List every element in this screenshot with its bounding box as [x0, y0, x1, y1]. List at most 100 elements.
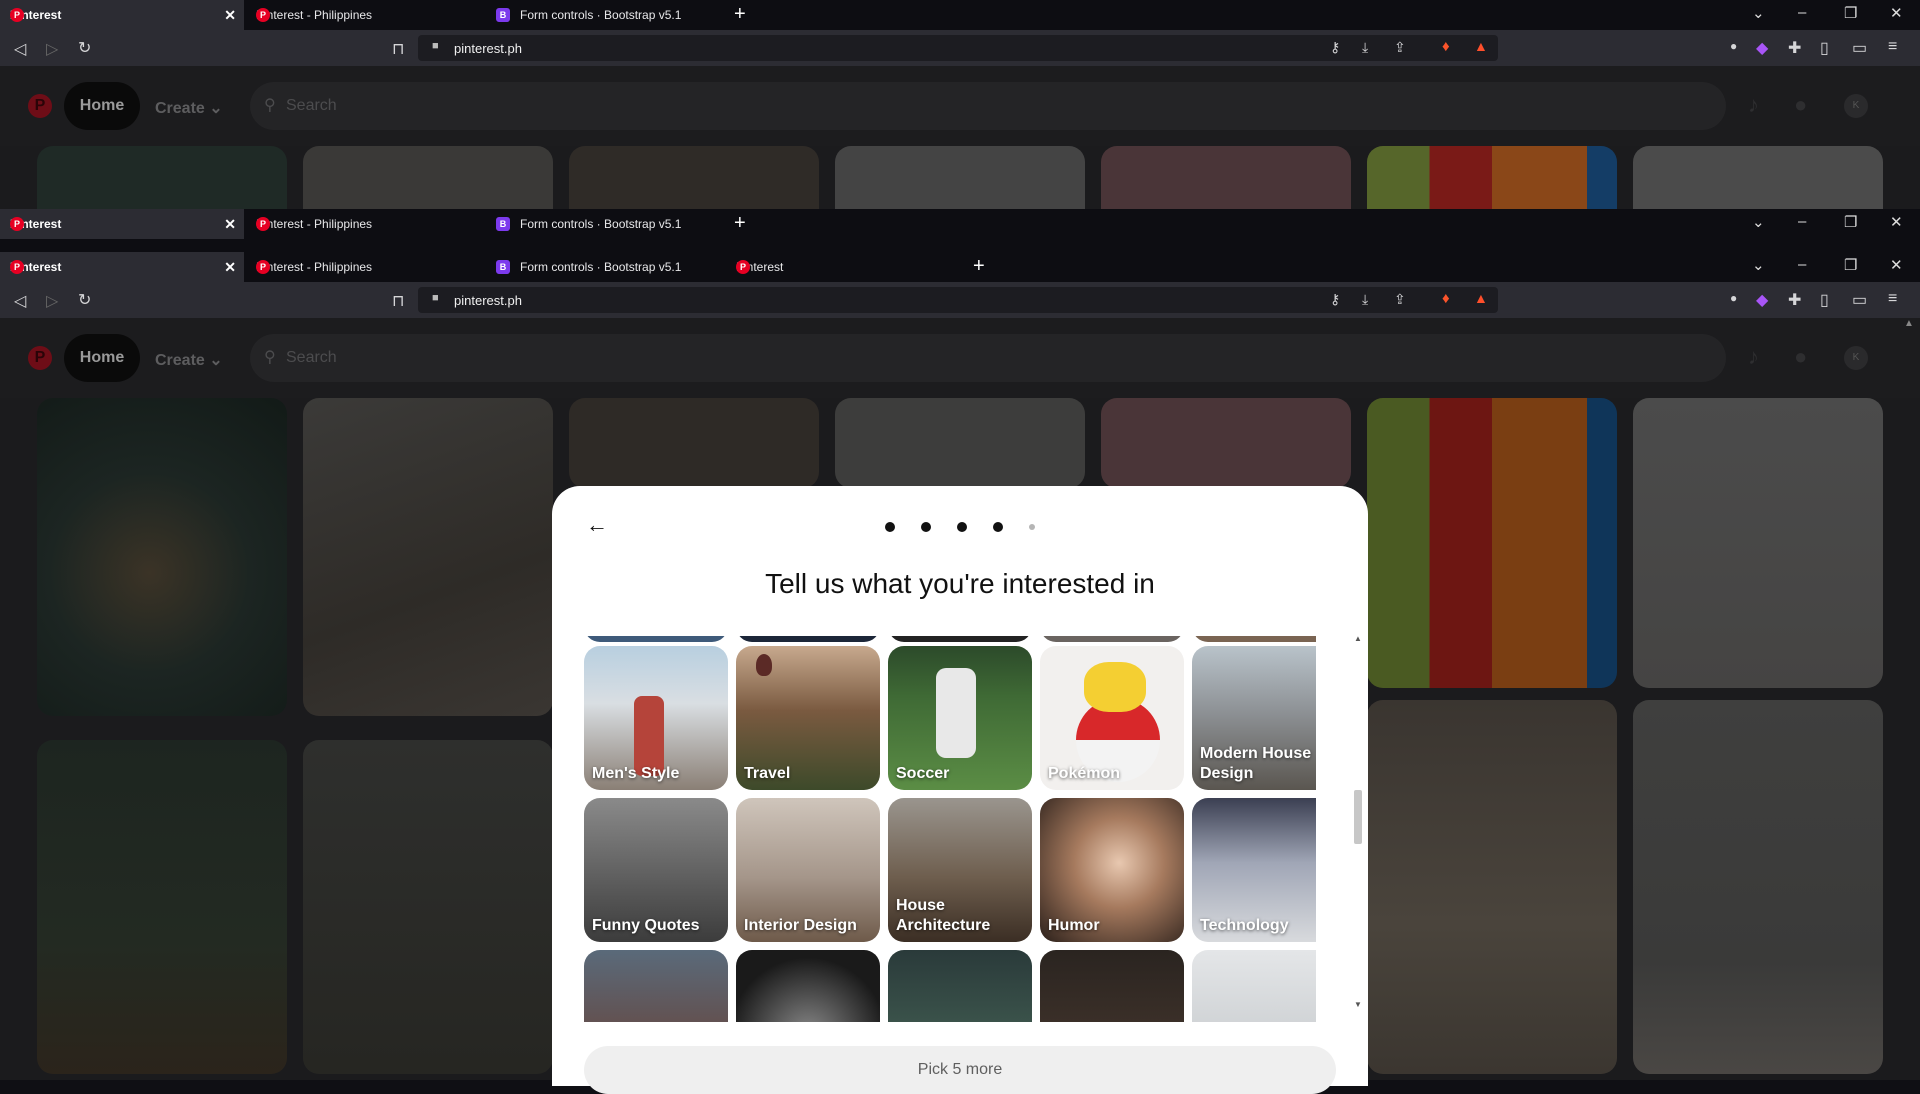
topic-mens-style[interactable]: Men's Style — [584, 646, 728, 790]
menu-icon[interactable]: ≡ — [1888, 290, 1897, 308]
color-extension-icon[interactable]: ◆ — [1756, 38, 1768, 58]
brave-rewards-icon[interactable]: ▲ — [1474, 290, 1488, 306]
minimize-icon[interactable]: – — [1798, 213, 1806, 230]
topic-tile[interactable] — [1040, 636, 1184, 642]
pin-image[interactable] — [569, 398, 819, 488]
extension-dot-icon[interactable]: ● — [1730, 39, 1737, 53]
topic-tile[interactable] — [584, 950, 728, 1022]
pin-image[interactable] — [1633, 398, 1883, 688]
extensions-icon[interactable]: ✚ — [1788, 38, 1801, 58]
topic-tile[interactable] — [736, 950, 880, 1022]
minimize-icon[interactable]: – — [1798, 4, 1806, 21]
topic-funny-quotes[interactable]: Funny Quotes — [584, 798, 728, 942]
close-window-icon[interactable]: ✕ — [1890, 213, 1903, 231]
tab-bootstrap[interactable]: B Form controls · Bootstrap v5.1 — [486, 0, 724, 30]
extensions-icon[interactable]: ✚ — [1788, 290, 1801, 310]
forward-icon[interactable]: ▷ — [46, 291, 58, 311]
pin-image[interactable] — [835, 398, 1085, 488]
topic-tile[interactable] — [888, 950, 1032, 1022]
pin-image[interactable] — [303, 740, 553, 1074]
color-extension-icon[interactable]: ◆ — [1756, 290, 1768, 310]
search-input[interactable]: ⚲ Search — [250, 334, 1726, 382]
messages-icon[interactable]: ● — [1794, 92, 1807, 118]
topic-tile[interactable] — [584, 636, 728, 642]
avatar[interactable]: K — [1844, 346, 1868, 370]
topic-technology[interactable]: Technology — [1192, 798, 1316, 942]
address-bar[interactable]: ■ pinterest.ph ⚷ ⤓ ⇪ ♦ ▲ — [418, 287, 1498, 313]
bookmark-icon[interactable]: ⊓ — [392, 39, 404, 59]
brave-shield-icon[interactable]: ♦ — [1442, 38, 1450, 55]
close-window-icon[interactable]: ✕ — [1890, 4, 1903, 22]
pin-image[interactable] — [1633, 146, 1883, 210]
tab-pinterest[interactable]: P Pinterest ✕ — [0, 252, 244, 282]
tab-search-icon[interactable]: ⌄ — [1752, 256, 1765, 274]
pin-image[interactable] — [303, 146, 553, 210]
wallet-icon[interactable]: ▭ — [1852, 290, 1867, 310]
tab-pinterest[interactable]: P Pinterest ✕ — [0, 0, 244, 30]
topic-humor[interactable]: Humor — [1040, 798, 1184, 942]
pin-image[interactable] — [1367, 700, 1617, 1074]
pin-image[interactable] — [1101, 146, 1351, 210]
pinterest-logo-icon[interactable]: P — [28, 346, 52, 370]
tab-pinterest-2[interactable]: P Pinterest — [726, 252, 964, 282]
topic-interior-design[interactable]: Interior Design — [736, 798, 880, 942]
home-button[interactable]: Home — [64, 334, 140, 382]
key-icon[interactable]: ⚷ — [1330, 39, 1340, 56]
pick-more-button[interactable]: Pick 5 more — [584, 1046, 1336, 1094]
tab-bootstrap[interactable]: B Form controls · Bootstrap v5.1 — [486, 209, 724, 239]
pin-image[interactable] — [37, 740, 287, 1074]
pin-image[interactable] — [1367, 146, 1617, 210]
topic-modern-house[interactable]: Modern House Design — [1192, 646, 1316, 790]
menu-icon[interactable]: ≡ — [1888, 38, 1897, 56]
search-input[interactable]: ⚲ Search — [250, 82, 1726, 130]
forward-icon[interactable]: ▷ — [46, 39, 58, 59]
share-icon[interactable]: ⇪ — [1394, 291, 1406, 308]
pinterest-logo-icon[interactable]: P — [28, 94, 52, 118]
pin-image[interactable] — [303, 398, 553, 716]
tab-pinterest-philippines[interactable]: P Pinterest - Philippines — [246, 252, 484, 282]
topic-tile[interactable] — [736, 636, 880, 642]
scroll-up-icon[interactable]: ▲ — [1354, 634, 1362, 643]
sidebar-icon[interactable]: ▯ — [1820, 38, 1829, 58]
tab-search-icon[interactable]: ⌄ — [1752, 213, 1765, 231]
topic-travel[interactable]: Travel — [736, 646, 880, 790]
new-tab-button[interactable]: + — [734, 3, 746, 26]
topic-tile[interactable] — [1192, 950, 1316, 1022]
topic-tile[interactable] — [1192, 636, 1316, 642]
close-tab-icon[interactable]: ✕ — [224, 259, 236, 276]
pin-image[interactable] — [37, 146, 287, 210]
extension-dot-icon[interactable]: ● — [1730, 291, 1737, 305]
new-tab-button[interactable]: + — [734, 212, 746, 235]
pin-image[interactable] — [37, 398, 287, 716]
scroll-thumb[interactable] — [1354, 790, 1362, 844]
bell-icon[interactable]: ♪ — [1748, 344, 1759, 370]
address-bar[interactable]: ■ pinterest.ph ⚷ ⤓ ⇪ ♦ ▲ — [418, 35, 1498, 61]
key-icon[interactable]: ⚷ — [1330, 291, 1340, 308]
pin-image[interactable] — [1101, 398, 1351, 488]
tab-bootstrap[interactable]: B Form controls · Bootstrap v5.1 — [486, 252, 724, 282]
scroll-down-icon[interactable]: ▼ — [1354, 1000, 1362, 1009]
avatar[interactable]: K — [1844, 94, 1868, 118]
restore-icon[interactable]: ❐ — [1844, 213, 1857, 231]
wallet-icon[interactable]: ▭ — [1852, 38, 1867, 58]
restore-icon[interactable]: ❐ — [1844, 4, 1857, 22]
minimize-icon[interactable]: – — [1798, 256, 1806, 273]
bookmark-icon[interactable]: ⊓ — [392, 291, 404, 311]
tab-pinterest-philippines[interactable]: P Pinterest - Philippines — [246, 0, 484, 30]
close-window-icon[interactable]: ✕ — [1890, 256, 1903, 274]
close-tab-icon[interactable]: ✕ — [224, 216, 236, 233]
home-button[interactable]: Home — [64, 82, 140, 130]
restore-icon[interactable]: ❐ — [1844, 256, 1857, 274]
topic-house-architecture[interactable]: House Architecture — [888, 798, 1032, 942]
new-tab-button[interactable]: + — [973, 255, 985, 278]
brave-rewards-icon[interactable]: ▲ — [1474, 38, 1488, 54]
close-tab-icon[interactable]: ✕ — [224, 7, 236, 24]
create-button[interactable]: Create ⌄ — [155, 98, 223, 118]
back-icon[interactable]: ◁ — [14, 291, 26, 311]
pin-image[interactable] — [835, 146, 1085, 210]
topic-tile[interactable] — [1040, 950, 1184, 1022]
topics-scrollbar[interactable]: ▲ ▼ — [1352, 634, 1364, 1010]
tab-search-icon[interactable]: ⌄ — [1752, 4, 1765, 22]
reload-icon[interactable]: ↻ — [78, 290, 91, 310]
tab-pinterest-philippines[interactable]: P Pinterest - Philippines — [246, 209, 484, 239]
